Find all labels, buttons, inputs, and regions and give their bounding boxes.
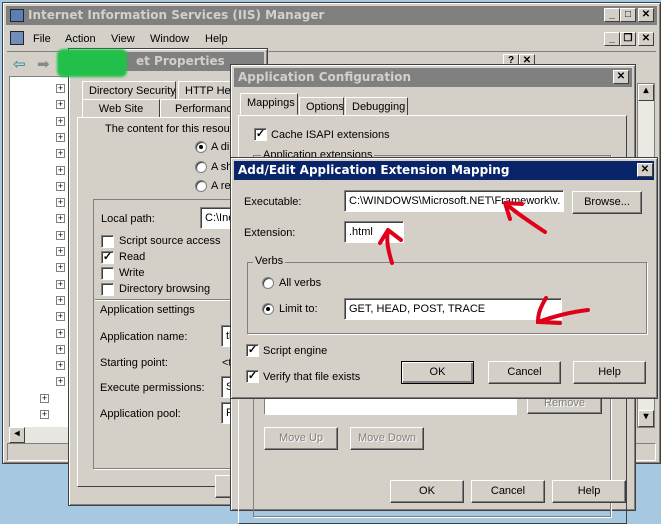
arrow-limit bbox=[535, 296, 590, 325]
arrow-extension bbox=[378, 228, 403, 265]
annotation-arrows bbox=[378, 201, 590, 325]
arrow-executable bbox=[503, 201, 547, 234]
